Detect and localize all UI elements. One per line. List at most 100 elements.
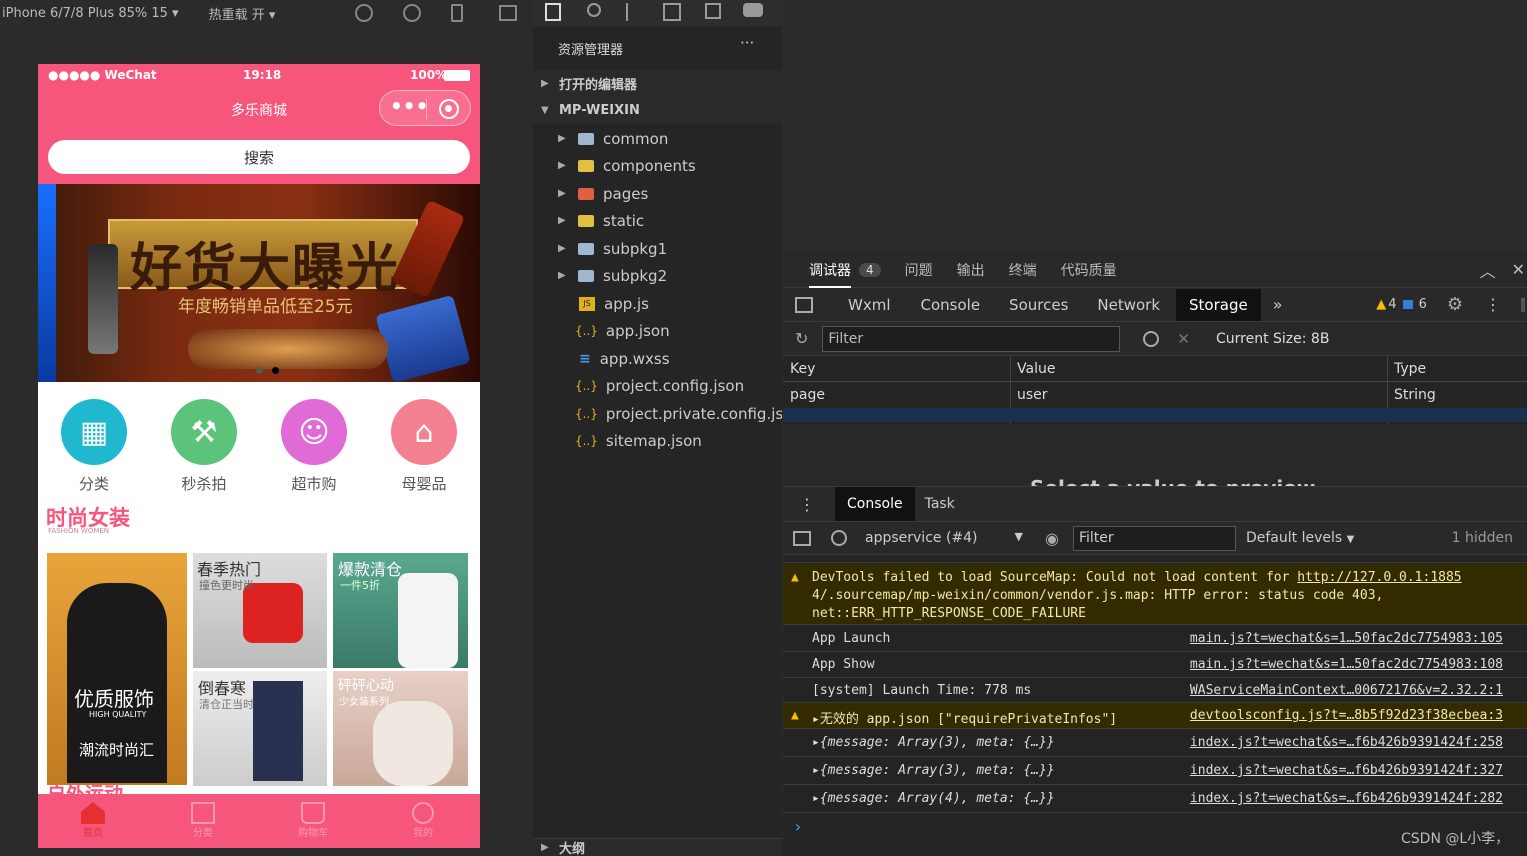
tab-sources[interactable]: Sources	[1009, 296, 1068, 314]
refresh-icon[interactable]: ↻	[795, 329, 808, 348]
folder-pages[interactable]: ▶ pages	[533, 180, 782, 207]
tab-console[interactable]: Console	[921, 296, 981, 314]
log-warning-sourcemap[interactable]: ▲ DevTools failed to load SourceMap: Cou…	[783, 564, 1527, 625]
log-row[interactable]: ▸{message: Array(3), meta: {…}} index.js?…	[783, 729, 1527, 757]
category-baby[interactable]: ⌂ 母婴品	[379, 399, 469, 494]
log-link[interactable]: http://127.0.0.1:1885	[1297, 570, 1461, 585]
log-warning-row[interactable]: ▲ ▸无效的 app.json ["requirePrivateInfos"] de…	[783, 703, 1527, 729]
product-card[interactable]: 倒春寒 清仓正当时	[193, 671, 327, 786]
product-card[interactable]: 砰砰心动 少女装系列	[333, 671, 468, 786]
file-app-js[interactable]: JS app.js	[533, 290, 782, 317]
log-row[interactable]: App Show main.js?t=wechat&s=1…50fac2dc775…	[783, 652, 1527, 678]
hot-reload-toggle[interactable]: 热重载 开 ▾	[209, 4, 276, 23]
device-select[interactable]: iPhone 6/7/8 Plus 85% 15 ▾	[2, 6, 179, 21]
tab-home[interactable]: 首页	[38, 794, 148, 848]
drawer-tab-task[interactable]: Task	[925, 496, 955, 512]
open-editors-section[interactable]: ▶ 打开的编辑器	[533, 70, 782, 97]
banner-swiper[interactable]: 好货大曝光 年度畅销单品低至25元	[38, 184, 480, 382]
folder-common[interactable]: ▶ common	[533, 125, 782, 152]
log-source-link[interactable]: main.js?t=wechat&s=1…50fac2dc7754983:105	[1190, 631, 1503, 646]
tab-cart[interactable]: 购物车	[258, 794, 368, 848]
chevron-up-icon[interactable]: ︿	[1480, 258, 1496, 282]
product-card-large[interactable]: 优质服饰 HIGH QUALITY 潮流时尚汇	[47, 553, 187, 785]
docker-icon[interactable]	[743, 3, 763, 17]
tab-mine[interactable]: 我的	[368, 794, 478, 848]
log-row[interactable]: ▸{message: Array(3), meta: {…}} index.js?…	[783, 757, 1527, 785]
clear-console-icon[interactable]	[831, 530, 847, 546]
log-source-link[interactable]: index.js?t=wechat&s=…f6b426b9391424f:282	[1190, 791, 1503, 806]
tab-terminal[interactable]: 终端	[1009, 260, 1037, 280]
log-source-link[interactable]: devtoolsconfig.js?t=…8b5f92d23f38ecbea:3	[1190, 708, 1503, 723]
category-supermarket[interactable]: ☺ 超市购	[269, 399, 359, 494]
file-project-private-config[interactable]: {..} project.private.config.js...	[533, 400, 782, 427]
eye-icon[interactable]: ◉	[1045, 529, 1059, 548]
log-row[interactable]: [system] Launch Time: 778 ms WAServiceMai…	[783, 678, 1527, 703]
storage-row[interactable]: page user String	[783, 383, 1527, 408]
more-actions-icon[interactable]: ···	[740, 34, 754, 52]
category-classify[interactable]: ▦ 分类	[49, 399, 139, 494]
tab-code-quality[interactable]: 代码质量	[1061, 260, 1117, 280]
tab-debugger[interactable]: 调试器	[809, 260, 851, 288]
gear-icon[interactable]: ⚙	[1447, 294, 1463, 315]
file-sitemap[interactable]: {..} sitemap.json	[533, 427, 782, 454]
more-tabs-icon[interactable]: »	[1273, 295, 1283, 314]
extensions-icon[interactable]	[663, 3, 681, 21]
file-project-config[interactable]: {..} project.config.json	[533, 372, 782, 399]
folder-subpkg1[interactable]: ▶ subpkg1	[533, 235, 782, 262]
levels-select[interactable]: Default levels ▼	[1246, 530, 1354, 546]
refresh-icon[interactable]	[355, 4, 374, 22]
stop-icon[interactable]	[403, 4, 422, 22]
tab-category[interactable]: 分类	[148, 794, 258, 848]
console-filter-input[interactable]: Filter	[1072, 525, 1236, 551]
tab-problems[interactable]: 问题	[905, 260, 933, 280]
info-count[interactable]: 6	[1419, 297, 1427, 312]
file-app-json[interactable]: {..} app.json	[533, 317, 782, 344]
folder-components[interactable]: ▶ components	[533, 152, 782, 179]
phone-icon[interactable]	[451, 4, 464, 22]
storage-filter-input[interactable]: Filter	[822, 325, 1121, 352]
log-source-link[interactable]: index.js?t=wechat&s=…f6b426b9391424f:258	[1190, 735, 1503, 750]
file-app-wxss[interactable]: ≡ app.wxss	[533, 345, 782, 372]
log-source-link[interactable]: index.js?t=wechat&s=…f6b426b9391424f:327	[1190, 763, 1503, 778]
drawer-menu-icon[interactable]: ⋮	[799, 495, 815, 514]
window-icon[interactable]	[499, 5, 518, 21]
warning-count[interactable]: 4	[1388, 297, 1396, 312]
more-dots-icon[interactable]: •••	[390, 96, 428, 116]
git-icon[interactable]	[626, 3, 640, 21]
files-icon[interactable]	[545, 3, 561, 21]
sidebar-toggle-icon[interactable]	[793, 530, 811, 546]
outline-section[interactable]: ▶ 大纲	[533, 838, 782, 856]
log-source-link[interactable]: main.js?t=wechat&s=1…50fac2dc7754983:108	[1190, 657, 1503, 672]
search-icon[interactable]	[587, 3, 601, 17]
close-icon[interactable]: ✕	[1512, 260, 1525, 279]
storage-row-empty[interactable]	[783, 408, 1527, 422]
swiper-dot-active[interactable]	[272, 367, 279, 374]
log-row[interactable]: App Launch main.js?t=wechat&s=1…50fac2dc7…	[783, 626, 1527, 652]
project-section[interactable]: ▼ MP-WEIXIN	[533, 97, 782, 124]
tab-wxml[interactable]: Wxml	[848, 296, 891, 314]
kebab-menu-icon[interactable]: ⋮	[1485, 295, 1501, 314]
close-miniprogram-icon[interactable]	[439, 99, 459, 119]
col-value[interactable]: Value	[1017, 361, 1055, 377]
product-card[interactable]: 春季热门 撞色更时尚	[193, 553, 327, 668]
swiper-dot[interactable]	[256, 367, 263, 374]
log-row[interactable]: ▸{message: Array(4), meta: {…}} index.js?…	[783, 785, 1527, 813]
log-source-link[interactable]: WAServiceMainContext…00672176&v=2.32.2:1	[1190, 683, 1503, 698]
col-key[interactable]: Key	[790, 361, 815, 377]
tab-network[interactable]: Network	[1097, 296, 1160, 314]
inspect-icon[interactable]	[795, 296, 813, 313]
context-select[interactable]: appservice (#4) ▼	[865, 530, 1023, 546]
delete-icon[interactable]: ✕	[1177, 330, 1190, 348]
clear-all-icon[interactable]	[1143, 330, 1160, 347]
drawer-tab-console[interactable]: Console	[835, 487, 915, 521]
folder-subpkg2[interactable]: ▶ subpkg2	[533, 262, 782, 289]
col-type[interactable]: Type	[1394, 361, 1426, 377]
tab-storage[interactable]: Storage	[1176, 288, 1261, 321]
search-box[interactable]: 搜索	[48, 140, 470, 174]
category-flash-sale[interactable]: ⚒ 秒杀拍	[159, 399, 249, 494]
save-icon[interactable]	[705, 3, 721, 19]
console-prompt[interactable]: ›	[793, 817, 803, 836]
tab-output[interactable]: 输出	[957, 260, 985, 280]
product-card[interactable]: 爆款清仓 一件5折	[333, 553, 468, 668]
folder-static[interactable]: ▶ static	[533, 207, 782, 234]
